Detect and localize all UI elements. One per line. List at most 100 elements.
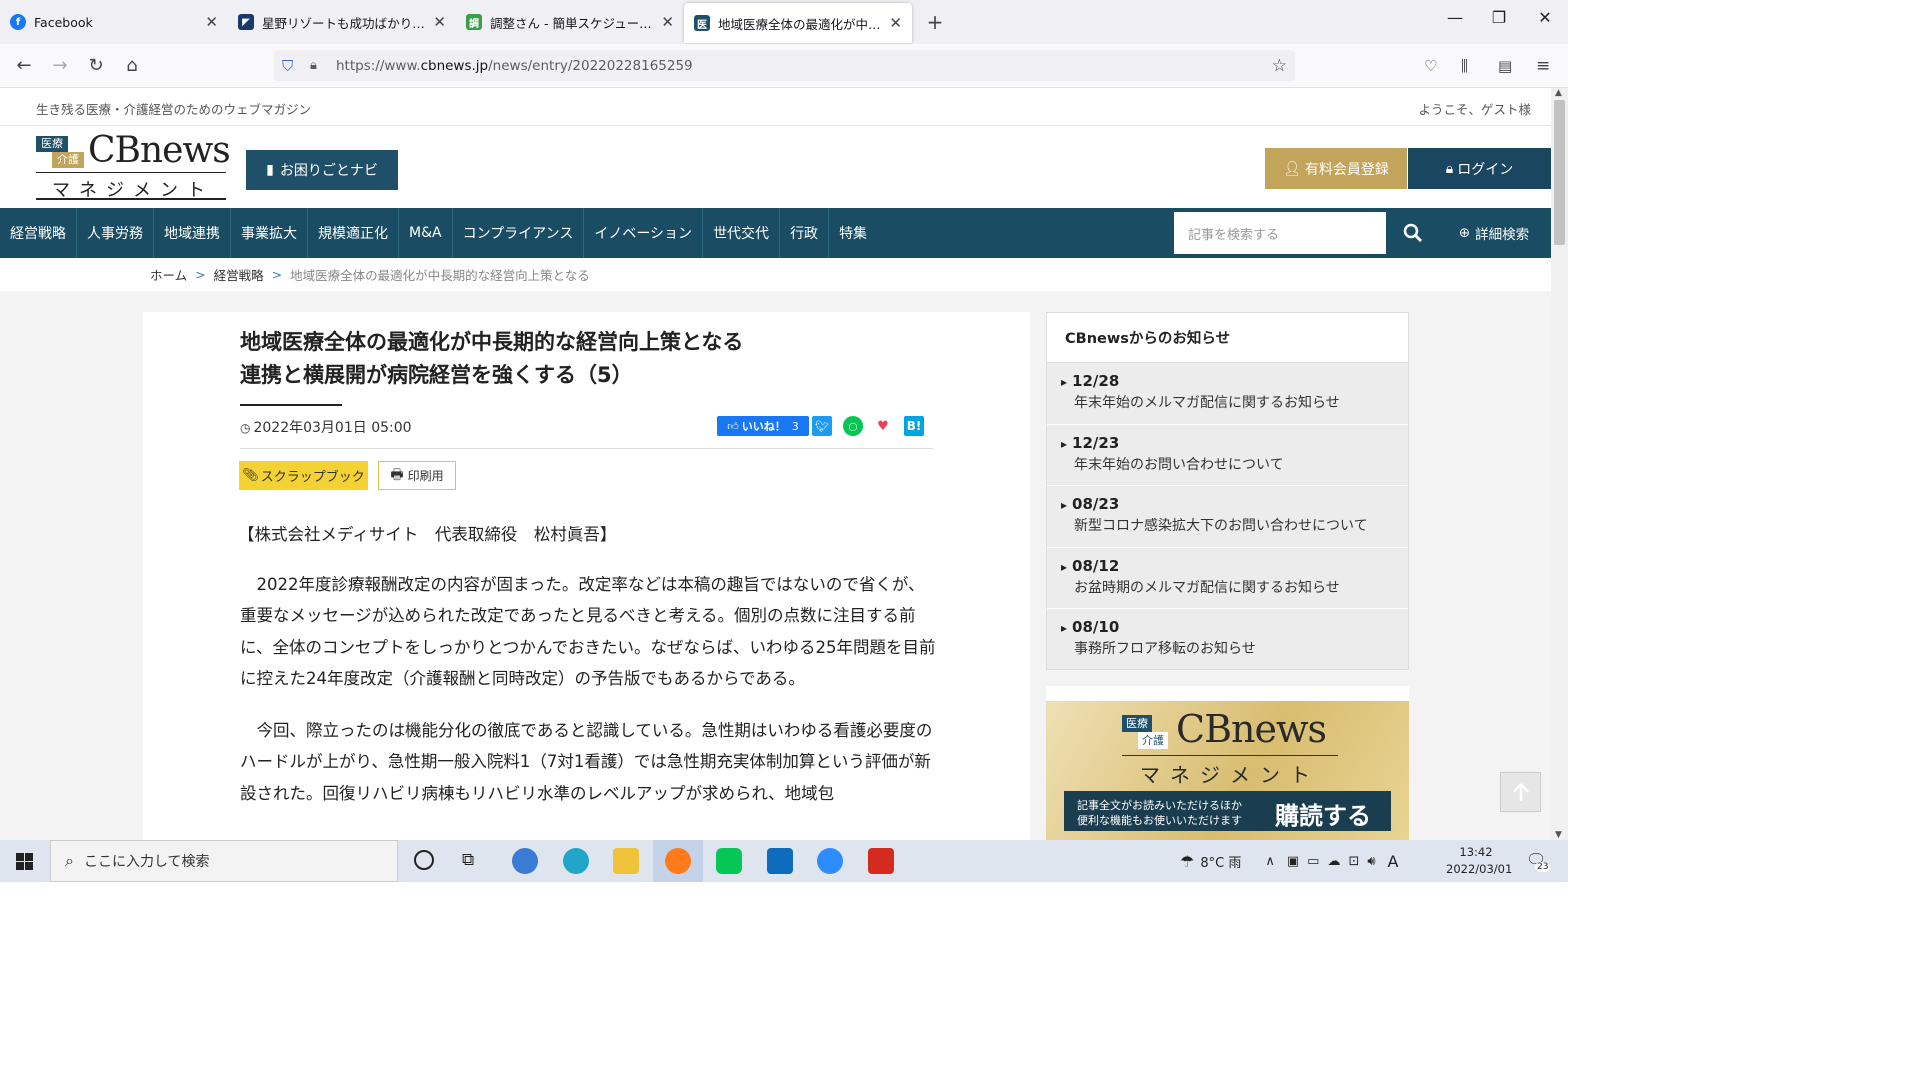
back-to-top-button[interactable]: [1500, 772, 1541, 812]
notice-item[interactable]: 12/28 年末年始のメルマガ配信に関するお知らせ: [1047, 363, 1408, 425]
edge-icon[interactable]: [563, 848, 589, 874]
weather-text[interactable]: 8°C 雨: [1200, 852, 1241, 871]
pocket-share-button[interactable]: ♥: [874, 416, 892, 436]
site-logo[interactable]: 医療 介護 CBnews マネジメント: [36, 130, 231, 201]
twitter-share-button[interactable]: 🐦︎: [812, 416, 832, 436]
bookmark-star-icon[interactable]: ☆: [1272, 56, 1287, 76]
nav-item-expansion[interactable]: 事業拡大: [231, 208, 308, 258]
tab-hoshino[interactable]: ◤ 星野リゾートも成功ばかりじゃない？ ✕: [228, 0, 456, 44]
notice-item[interactable]: 08/12 お盆時期のメルマガ配信に関するお知らせ: [1047, 548, 1408, 609]
nav-item-administration[interactable]: 行政: [780, 208, 830, 258]
nav-item-regional[interactable]: 地域連携: [154, 208, 231, 258]
ime-indicator[interactable]: A: [1388, 852, 1399, 871]
outlook-icon[interactable]: [767, 848, 793, 874]
notice-date: 12/23: [1061, 434, 1408, 452]
nav-item-hr[interactable]: 人事労務: [77, 208, 154, 258]
scroll-up-arrow-icon[interactable]: ▲: [1555, 88, 1562, 98]
lock-icon[interactable]: 🔒︎: [310, 58, 317, 73]
sidebar-icon[interactable]: ▤: [1498, 57, 1512, 75]
nav-item-succession[interactable]: 世代交代: [703, 208, 781, 258]
print-label: 印刷用: [407, 469, 444, 483]
search-icon: ⌕: [65, 851, 74, 870]
breadcrumb-home[interactable]: ホーム: [150, 265, 187, 284]
article-search-input[interactable]: 記事を検索する: [1174, 212, 1386, 254]
zoom-icon[interactable]: [817, 848, 843, 874]
advanced-search-button[interactable]: ⊕ 詳細検索: [1440, 208, 1548, 258]
close-tab-icon[interactable]: ✕: [661, 13, 674, 31]
web-page: 生き残る医療・介護経営のためのウェブマガジン ようこそ、ゲスト様 医療 介護 C…: [0, 88, 1551, 840]
reload-icon[interactable]: ↻: [78, 55, 114, 76]
tray-overflow-icon[interactable]: ∧: [1265, 854, 1275, 869]
like-label: いいね！: [741, 420, 786, 433]
search-button[interactable]: [1390, 208, 1436, 258]
onedrive-icon[interactable]: ☁: [1327, 854, 1340, 869]
address-bar[interactable]: ⛉ 🔒︎ https://www.cbnews.jp/news/entry/20…: [274, 50, 1295, 81]
close-tab-icon[interactable]: ✕: [433, 13, 446, 31]
tab-chouseisan[interactable]: 調 調整さん - 簡単スケジュール調整、 ✕: [456, 0, 684, 44]
hatena-bookmark-button[interactable]: B!: [904, 416, 924, 436]
logo-badge-iryo: 医療: [36, 136, 68, 152]
facebook-like-button[interactable]: 👍︎ いいね！ 3: [717, 416, 809, 436]
scroll-down-arrow-icon[interactable]: ▼: [1555, 830, 1562, 840]
breadcrumb-category[interactable]: 経営戦略: [214, 265, 264, 284]
nav-item-innovation[interactable]: イノベーション: [584, 208, 704, 258]
member-register-button[interactable]: 👤︎ 有料会員登録: [1265, 148, 1407, 189]
line-share-button[interactable]: ◯: [843, 416, 863, 436]
hatena-icon: B!: [906, 419, 922, 433]
windows-start-icon[interactable]: [16, 853, 33, 870]
tab-cbnews-active[interactable]: 医 地域医療全体の最適化が中長期 ✕: [684, 3, 912, 43]
battery-icon[interactable]: ▭: [1307, 854, 1319, 869]
notice-item[interactable]: 12/23 年末年始のお問い合わせについて: [1047, 425, 1408, 486]
weather-icon[interactable]: ☂: [1180, 852, 1194, 871]
taskbar-search-input[interactable]: ⌕ ここに入力して検索: [50, 840, 398, 882]
page-scrollbar[interactable]: ▲ ▼: [1551, 88, 1568, 840]
taskbar-app-icon[interactable]: [512, 848, 538, 874]
subscribe-banner[interactable]: 医療 介護 CBnews マネジメント 記事全文がお読みいただけるほか 便利な機…: [1046, 701, 1409, 840]
home-icon[interactable]: ⌂: [114, 55, 150, 76]
nav-item-strategy[interactable]: 経営戦略: [0, 208, 77, 258]
menu-icon[interactable]: ≡: [1536, 56, 1550, 76]
pocket-icon[interactable]: ♡: [1424, 57, 1437, 75]
restore-icon[interactable]: ❐: [1476, 8, 1522, 27]
notice-date: 08/23: [1061, 495, 1408, 513]
minimize-icon[interactable]: —: [1432, 8, 1478, 27]
notice-item[interactable]: 08/10 事務所フロア移転のお知らせ: [1047, 609, 1408, 671]
device-icon[interactable]: ▣: [1287, 854, 1299, 869]
nav-item-ma[interactable]: M&A: [399, 208, 453, 258]
acrobat-icon[interactable]: [868, 848, 894, 874]
back-icon[interactable]: ←: [6, 55, 42, 76]
cortana-icon[interactable]: [414, 850, 434, 870]
main-nav: 経営戦略 人事労務 地域連携 事業拡大 規模適正化 M&A コンプライアンス イ…: [0, 208, 1551, 258]
close-window-icon[interactable]: ✕: [1522, 8, 1568, 27]
new-tab-button[interactable]: +: [920, 10, 950, 34]
file-explorer-icon[interactable]: [613, 848, 639, 874]
forward-icon[interactable]: →: [42, 55, 78, 76]
tracking-shield-icon[interactable]: ⛉: [282, 57, 293, 75]
login-button[interactable]: 🔒︎ ログイン: [1408, 148, 1551, 189]
nav-item-special[interactable]: 特集: [829, 208, 877, 258]
tab-facebook[interactable]: f Facebook ✕: [0, 0, 228, 44]
clock[interactable]: 13:42 2022/03/01: [1446, 844, 1512, 878]
nav-item-rightsizing[interactable]: 規模適正化: [308, 208, 399, 258]
library-icon[interactable]: ⫼: [1461, 57, 1468, 75]
line-app-icon[interactable]: [716, 848, 742, 874]
close-tab-icon[interactable]: ✕: [889, 14, 902, 32]
task-view-icon[interactable]: ⧉: [462, 850, 474, 870]
banner-badge-kaigo: 介護: [1138, 732, 1168, 749]
article-date: ◷ 2022年03月01日 05:00: [240, 417, 412, 437]
scrollbar-thumb[interactable]: [1554, 100, 1565, 245]
member-label: 有料会員登録: [1304, 161, 1389, 178]
notice-item[interactable]: 08/23 新型コロナ感染拡大下のお問い合わせについて: [1047, 486, 1408, 548]
firefox-icon[interactable]: [665, 848, 691, 874]
network-icon[interactable]: ⊡: [1348, 854, 1359, 869]
scrapbook-button[interactable]: 📎︎ スクラップブック: [239, 461, 368, 490]
print-button[interactable]: 🖶 印刷用: [378, 461, 456, 490]
banner-subscribe-cta: 購読する: [1275, 802, 1371, 830]
article-meta-divider: [240, 448, 933, 449]
nav-item-compliance[interactable]: コンプライアンス: [453, 208, 585, 258]
thumbs-up-icon: 👍︎: [727, 419, 739, 433]
trouble-navi-button[interactable]: ▮ お困りごとナビ: [246, 150, 398, 190]
close-tab-icon[interactable]: ✕: [205, 13, 218, 31]
volume-icon[interactable]: 🔊︎: [1367, 854, 1375, 869]
plus-circle-icon: ⊕: [1458, 225, 1471, 241]
